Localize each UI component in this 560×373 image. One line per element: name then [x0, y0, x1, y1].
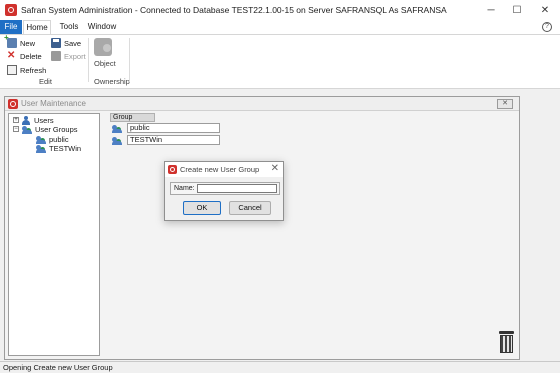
- create-user-group-dialog: Create new User Group ✕ Name: OK Cancel: [164, 161, 284, 221]
- window-title: Safran System Administration - Connected…: [21, 5, 447, 15]
- trash-body: [500, 335, 513, 353]
- menu-window[interactable]: Window: [85, 20, 119, 34]
- cancel-button[interactable]: Cancel: [229, 201, 271, 215]
- group-name-field[interactable]: public: [127, 123, 220, 133]
- name-input[interactable]: [197, 184, 277, 193]
- safran-logo-icon: [5, 4, 17, 16]
- save-icon: [51, 38, 61, 48]
- tree-item-testwin[interactable]: TESTWin: [36, 143, 81, 153]
- group-row-testwin[interactable]: TESTWin: [112, 135, 220, 145]
- tree-label-testwin: TESTWin: [49, 143, 82, 153]
- user-tree: + Users − User Groups public TESTWin: [8, 113, 100, 356]
- group-icon: [112, 124, 122, 133]
- name-label: Name:: [174, 185, 195, 192]
- dialog-close-icon[interactable]: ✕: [271, 163, 279, 174]
- child-close-button[interactable]: ✕: [497, 99, 513, 109]
- safran-logo-icon: [168, 165, 177, 174]
- new-label: New: [20, 38, 36, 48]
- ok-button[interactable]: OK: [183, 201, 221, 215]
- menu-file[interactable]: File: [0, 20, 22, 34]
- group-icon: [22, 125, 32, 134]
- tree-label-user-groups: User Groups: [35, 124, 78, 134]
- save-button[interactable]: Save: [51, 37, 81, 49]
- object-label[interactable]: Object: [94, 59, 116, 68]
- tree-item-user-groups[interactable]: − User Groups: [13, 124, 78, 134]
- group-name-field[interactable]: TESTWin: [127, 135, 220, 145]
- group-icon: [112, 136, 122, 145]
- title-bar: Safran System Administration - Connected…: [0, 0, 560, 20]
- dialog-title: Create new User Group: [180, 165, 260, 174]
- collapse-icon[interactable]: −: [13, 126, 19, 132]
- delete-icon: ✕: [7, 50, 16, 61]
- maximize-button[interactable]: ☐: [504, 0, 530, 20]
- refresh-label: Refresh: [20, 65, 47, 75]
- dialog-title-bar: Create new User Group ✕: [165, 162, 283, 177]
- export-button[interactable]: Export: [51, 50, 86, 62]
- object-owner-icon[interactable]: [94, 38, 112, 56]
- group-row-public[interactable]: public: [112, 123, 220, 133]
- ribbon-group-edit: Edit: [39, 77, 52, 86]
- export-label: Export: [64, 51, 86, 61]
- new-icon: [4, 33, 17, 48]
- ribbon-separator: [129, 38, 130, 82]
- expand-icon[interactable]: +: [13, 117, 19, 123]
- close-button[interactable]: ✕: [532, 0, 558, 20]
- child-title-bar: User Maintenance ✕: [5, 97, 519, 111]
- menu-tools[interactable]: Tools: [55, 20, 83, 34]
- menu-home[interactable]: Home: [23, 20, 51, 34]
- refresh-icon: [7, 65, 17, 75]
- name-group-box: Name:: [170, 182, 280, 195]
- save-label: Save: [64, 38, 82, 48]
- trash-icon[interactable]: [499, 331, 514, 353]
- group-icon: [36, 144, 46, 153]
- minimize-button[interactable]: ─: [478, 0, 504, 20]
- delete-button[interactable]: ✕ Delete: [7, 50, 42, 62]
- refresh-button[interactable]: Refresh: [7, 64, 46, 76]
- new-button[interactable]: New: [4, 33, 36, 49]
- child-window-title: User Maintenance: [21, 99, 86, 108]
- status-bar: Opening Create new User Group: [0, 361, 560, 373]
- trash-lid: [499, 331, 514, 334]
- delete-label: Delete: [20, 51, 42, 61]
- group-column-header[interactable]: Group: [110, 113, 155, 122]
- menu-bar: File Home Tools Window: [0, 20, 560, 34]
- ribbon-group-ownership: Ownership: [94, 77, 130, 86]
- export-icon: [51, 51, 61, 61]
- ribbon-separator: [88, 38, 89, 82]
- safran-logo-icon: [8, 99, 18, 109]
- help-icon[interactable]: ?: [542, 22, 552, 32]
